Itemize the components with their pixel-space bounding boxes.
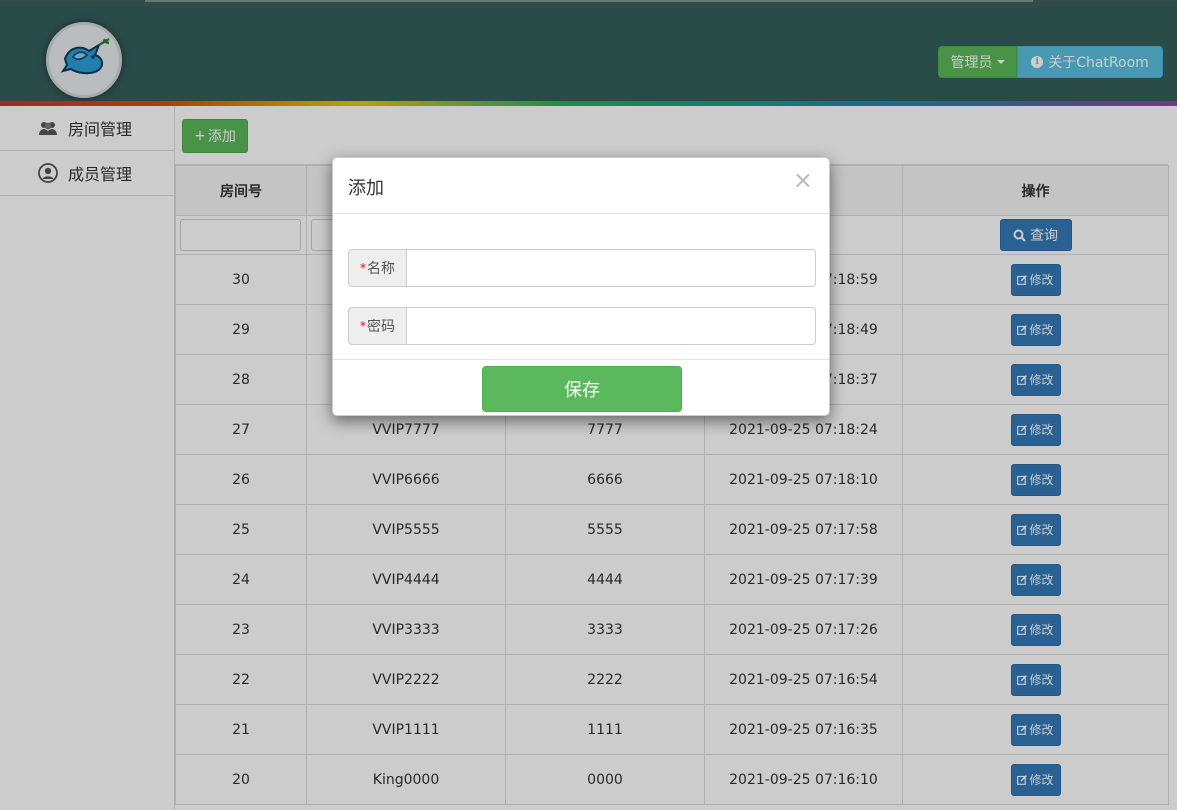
name-form-row: * 名称 [348, 249, 816, 287]
password-input[interactable] [407, 307, 816, 345]
name-label-text: 名称 [367, 261, 395, 277]
password-form-row: * 密码 [348, 307, 816, 345]
required-mark: * [360, 261, 366, 275]
required-mark: * [360, 319, 366, 333]
save-button[interactable]: 保存 [482, 366, 682, 412]
name-input[interactable] [407, 249, 816, 287]
password-label: * 密码 [348, 307, 407, 345]
add-room-dialog: 添加 × * 名称 * 密码 保存 [332, 157, 830, 416]
name-label: * 名称 [348, 249, 407, 287]
close-icon[interactable]: × [793, 168, 813, 192]
dialog-footer-divider [333, 359, 829, 360]
dialog-title: 添加 [348, 178, 384, 199]
dialog-header: 添加 × [333, 158, 829, 214]
password-label-text: 密码 [367, 319, 395, 335]
